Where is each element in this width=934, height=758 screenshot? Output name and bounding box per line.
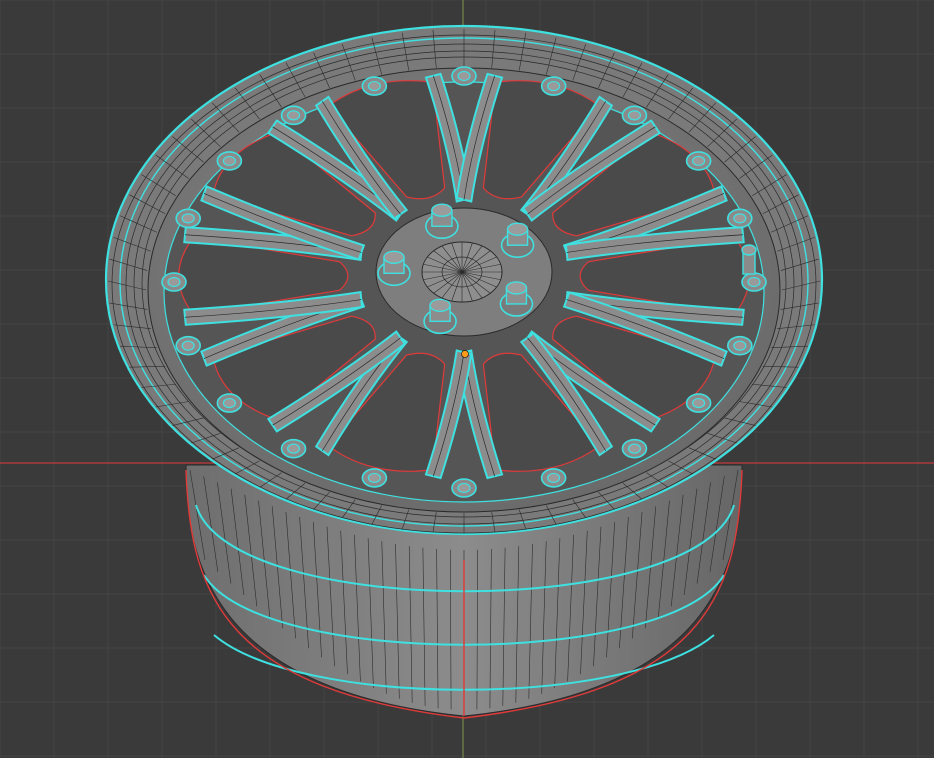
object-origin[interactable] <box>461 350 469 358</box>
wheel-model[interactable] <box>104 24 824 719</box>
rim-bolt-icon <box>540 468 567 488</box>
rim-bolt-icon <box>685 151 712 171</box>
rim-bolt-icon <box>451 478 477 498</box>
rim-bolt-icon <box>216 151 243 171</box>
rim-bolt-icon <box>280 105 307 126</box>
rim-bolt-icon <box>280 438 307 459</box>
rim-bolt-icon <box>451 66 477 86</box>
rim-bolt-icon <box>216 393 243 413</box>
rim-bolt-icon <box>175 208 201 229</box>
rim-bolt-icon <box>727 208 753 229</box>
rim-bolt-icon <box>685 393 712 413</box>
rim-bolt-icon <box>161 272 187 292</box>
rim-bolt-icon <box>361 468 388 488</box>
3d-viewport[interactable] <box>0 0 934 758</box>
rim-bolt-icon <box>621 105 648 126</box>
valve-stem <box>741 244 757 275</box>
rim-bolt-icon <box>540 76 567 96</box>
rim-bolt-icon <box>741 272 767 292</box>
viewport-canvas[interactable] <box>0 0 934 758</box>
rim-bolt-icon <box>175 335 201 356</box>
rim-bolt-icon <box>621 438 648 459</box>
rim-bolt-icon <box>361 76 388 96</box>
rim-bolt-icon <box>727 335 753 356</box>
